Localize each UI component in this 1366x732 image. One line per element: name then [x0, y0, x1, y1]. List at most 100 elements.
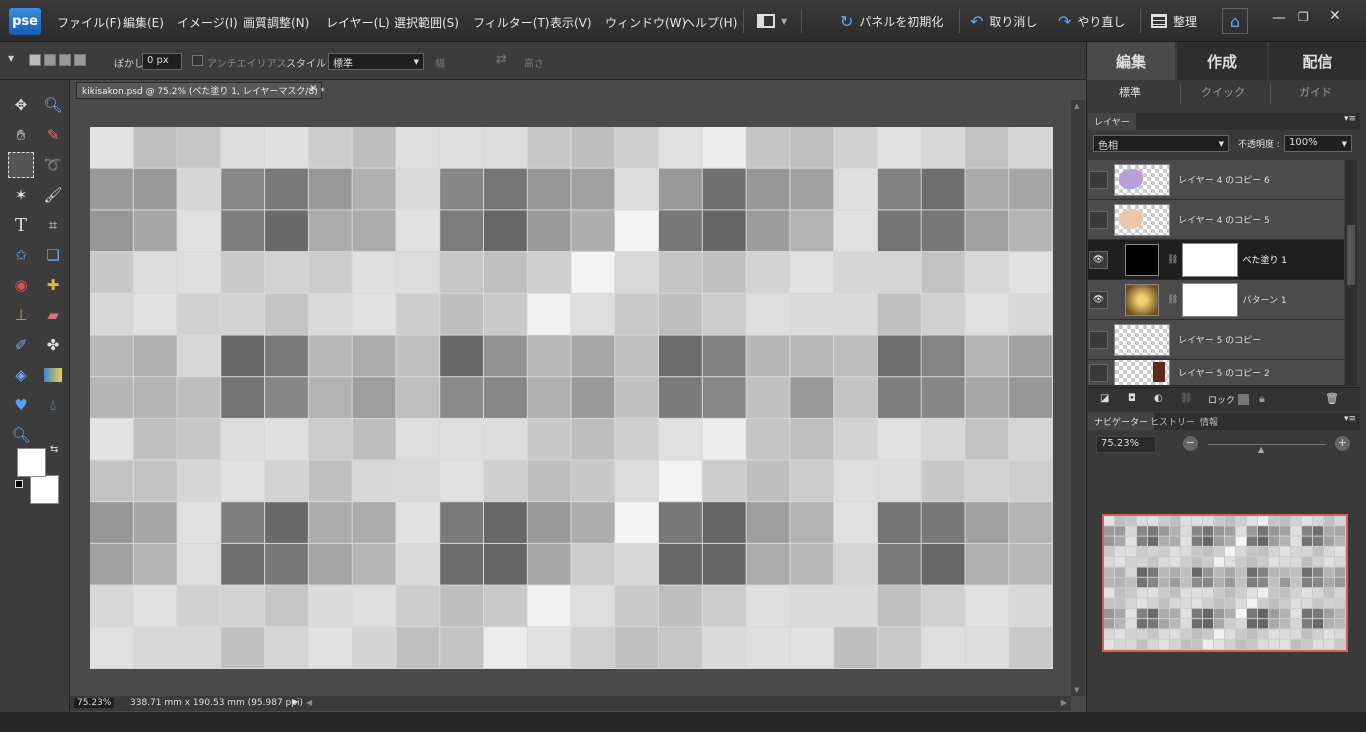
cookie-cutter-tool-icon[interactable]: ✩ — [8, 242, 34, 268]
tab-share[interactable]: 配信 — [1269, 42, 1366, 80]
menu-file[interactable]: ファイル(F) — [57, 14, 121, 31]
zoom-out-icon[interactable]: − — [1183, 436, 1198, 451]
scroll-left-icon[interactable]: ◀ — [306, 698, 312, 707]
hand-tool-icon[interactable]: ✋︎ — [8, 122, 34, 148]
restore-icon[interactable]: ❐ — [1298, 10, 1309, 24]
close-icon[interactable]: ✕ — [1329, 8, 1341, 24]
link-layers-icon[interactable]: ⛓︎ — [1180, 393, 1193, 404]
tab-history[interactable]: ヒストリー — [1150, 415, 1195, 428]
healing-brush-tool-icon[interactable]: ✚ — [40, 272, 66, 298]
menu-filter[interactable]: フィルター(T) — [473, 14, 549, 31]
arrange-button[interactable]: ▼ — [757, 10, 787, 32]
navigator-preview[interactable] — [1102, 514, 1348, 652]
visibility-toggle[interactable] — [1089, 363, 1108, 382]
layer-row[interactable]: レイヤー 4 のコピー 5 — [1088, 200, 1344, 240]
link-icon[interactable]: ⛓︎ — [1167, 295, 1178, 305]
eye-icon[interactable]: 👁︎ — [1089, 250, 1108, 269]
custom-shape-tool-icon[interactable]: ♥ — [8, 392, 34, 418]
adjustment-layer-icon[interactable]: ◐ — [1154, 393, 1163, 404]
move-tool-icon[interactable]: ✥ — [8, 92, 34, 118]
add-mask-icon[interactable]: ◘ — [1128, 393, 1136, 404]
home-icon[interactable]: ⌂ — [1222, 8, 1248, 34]
zoom-in-icon[interactable]: + — [1335, 436, 1350, 451]
menu-select[interactable]: 選択範囲(S) — [394, 14, 459, 31]
swap-icon[interactable]: ⇄ — [496, 52, 507, 67]
minimize-icon[interactable]: — — [1272, 10, 1286, 26]
reset-panels-button[interactable]: ↻ パネルを初期化 — [840, 10, 943, 32]
layer-row[interactable]: 👁︎ ⛓︎ パターン 1 — [1088, 280, 1344, 320]
redo-button[interactable]: ↷ やり直し — [1058, 10, 1125, 32]
blur-tool-icon[interactable]: 💧︎ — [40, 392, 66, 418]
layer-mask-thumbnail[interactable] — [1182, 242, 1239, 277]
image-canvas[interactable] — [90, 127, 1053, 669]
blend-mode-select[interactable]: 色相 ▼ — [1093, 135, 1229, 152]
intersect-selection-icon[interactable] — [74, 54, 86, 66]
zoom-readout[interactable]: 75.23% — [74, 698, 115, 708]
visibility-toggle[interactable] — [1089, 330, 1108, 349]
link-icon[interactable]: ⛓︎ — [1167, 255, 1178, 265]
opacity-input[interactable]: 100% ▼ — [1284, 135, 1352, 152]
sponge-tool-icon[interactable]: 🔍︎ — [8, 422, 34, 448]
menu-help[interactable]: ヘルプ(H) — [683, 14, 737, 31]
layer-mask-thumbnail[interactable] — [1182, 282, 1239, 317]
zoom-slider-thumb[interactable]: ▲ — [1258, 445, 1264, 454]
layers-scrollbar[interactable] — [1345, 160, 1357, 386]
eyedropper-tool-icon[interactable]: ✎ — [40, 122, 66, 148]
scroll-right-icon[interactable]: ▶ — [1061, 698, 1067, 707]
add-selection-icon[interactable] — [44, 54, 56, 66]
quick-selection-tool-icon[interactable]: 🖌︎ — [40, 182, 66, 208]
gradient-tool-icon[interactable] — [40, 362, 66, 388]
style-select[interactable]: 標準 ▼ — [328, 53, 424, 70]
tab-edit[interactable]: 編集 — [1087, 42, 1175, 80]
new-layer-icon[interactable]: ◪ — [1100, 393, 1109, 404]
navigator-zoom-input[interactable]: 75.23% — [1096, 436, 1156, 453]
menu-image[interactable]: イメージ(I) — [177, 14, 238, 31]
red-eye-tool-icon[interactable]: ◉ — [8, 272, 34, 298]
paint-bucket-tool-icon[interactable]: ◈ — [8, 362, 34, 388]
lasso-tool-icon[interactable]: ➰ — [40, 152, 66, 178]
eye-icon[interactable]: 👁︎ — [1089, 290, 1108, 309]
magic-wand-tool-icon[interactable]: ✶ — [8, 182, 34, 208]
marquee-tool-icon[interactable] — [8, 152, 34, 178]
menu-edit[interactable]: 編集(E) — [123, 14, 164, 31]
eraser-tool-icon[interactable]: ▰ — [40, 302, 66, 328]
document-tab[interactable]: kikisakon.psd @ 75.2% (べた塗り 1, レイヤーマスク/8… — [76, 82, 325, 99]
tab-create[interactable]: 作成 — [1177, 42, 1267, 80]
menu-window[interactable]: ウィンドウ(W) — [605, 14, 686, 31]
subtract-selection-icon[interactable] — [59, 54, 71, 66]
subtab-full[interactable]: 標準 — [1090, 84, 1170, 104]
panel-menu-icon[interactable]: ▾≡ — [1344, 414, 1356, 424]
horizontal-scrollbar[interactable]: ◀ ▶ — [302, 696, 1071, 711]
subtab-guided[interactable]: ガイド — [1270, 84, 1360, 104]
undo-button[interactable]: ↶ 取り消し — [970, 10, 1037, 32]
menu-layer[interactable]: レイヤー(L) — [326, 14, 390, 31]
brush-tool-icon[interactable]: ✐ — [8, 332, 34, 358]
visibility-toggle[interactable] — [1089, 210, 1108, 229]
foreground-color-swatch[interactable] — [17, 448, 46, 477]
subtab-quick[interactable]: クイック — [1180, 84, 1265, 104]
menu-enhance[interactable]: 画質調整(N) — [243, 14, 309, 31]
blur-input[interactable]: 0 px — [142, 53, 182, 70]
layers-panel-title[interactable]: レイヤー — [1088, 113, 1136, 130]
trash-icon[interactable]: 🗑︎ — [1325, 392, 1339, 405]
text-tool-icon[interactable]: T — [8, 212, 34, 238]
status-menu-icon[interactable]: ▶ — [292, 697, 298, 706]
lock-transparency-icon[interactable] — [1238, 394, 1249, 405]
zoom-tool-icon[interactable]: 🔍︎ — [40, 92, 66, 118]
menu-view[interactable]: 表示(V) — [550, 14, 592, 31]
layer-row-selected[interactable]: 👁︎ ⛓︎ べた塗り 1 — [1088, 240, 1344, 280]
layer-row[interactable]: レイヤー 5 のコピー — [1088, 320, 1344, 360]
tab-navigator[interactable]: ナビゲーター — [1088, 413, 1155, 430]
vertical-scrollbar[interactable]: ▲ ▼ — [1071, 100, 1085, 696]
smart-brush-tool-icon[interactable]: ✤ — [40, 332, 66, 358]
layer-row[interactable]: レイヤー 5 のコピー 2 — [1088, 360, 1344, 386]
crop-tool-icon[interactable]: ⌗ — [40, 212, 66, 238]
tool-preset-icon[interactable]: ▼ — [8, 54, 14, 63]
default-colors-icon[interactable] — [15, 480, 23, 488]
organize-button[interactable]: 整理 — [1151, 10, 1197, 32]
visibility-toggle[interactable] — [1089, 170, 1108, 189]
panel-menu-icon[interactable]: ▾≡ — [1344, 114, 1356, 124]
close-tab-icon[interactable]: ✕ — [309, 84, 317, 94]
zoom-slider[interactable] — [1208, 444, 1326, 445]
layer-row[interactable]: レイヤー 4 のコピー 6 — [1088, 160, 1344, 200]
